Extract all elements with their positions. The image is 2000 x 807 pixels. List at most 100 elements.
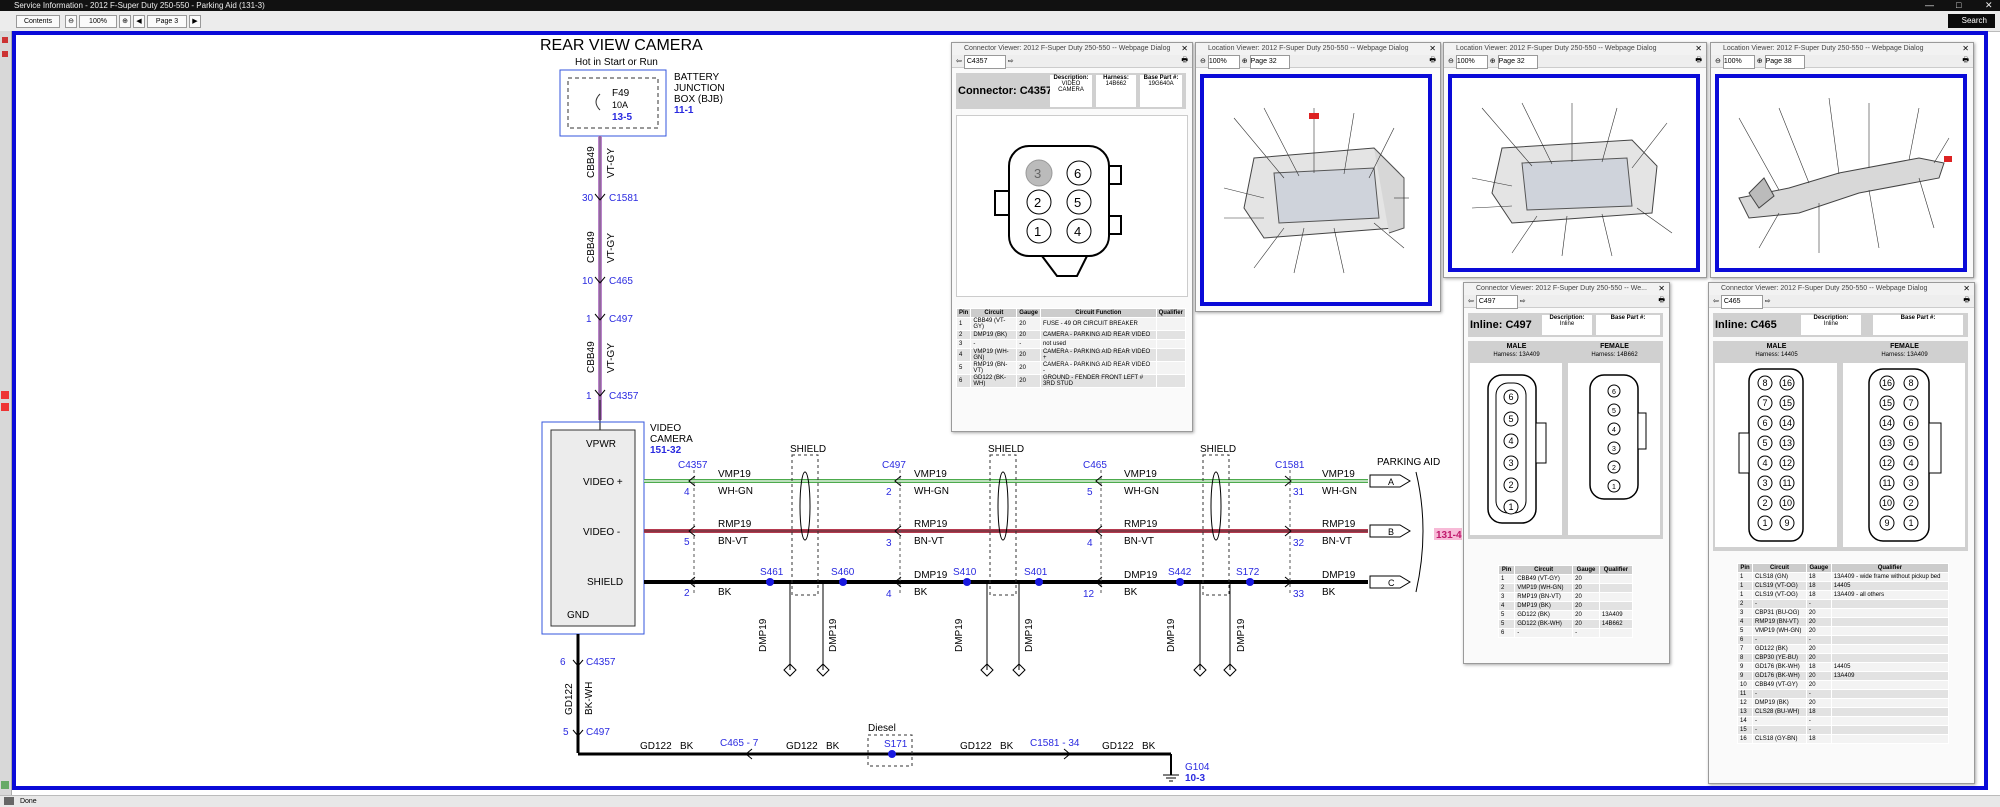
connector-header: Inline: C465 Description: Inline Base Par… xyxy=(1713,313,1968,337)
dialog-toolbar: ⇦ C4357 ⇨ 🖶 xyxy=(952,55,1192,69)
forward-arrow-icon[interactable]: ⇨ xyxy=(1520,298,1526,305)
connector-select[interactable]: C4357 xyxy=(963,55,1006,69)
table-cell: CBB49 (VT-GY) xyxy=(1752,680,1807,690)
connector-select[interactable]: C465 xyxy=(1720,295,1763,309)
close-icon[interactable]: ✕ xyxy=(1962,44,1969,53)
vconn-name-1[interactable]: C465 xyxy=(609,276,633,287)
zoom-out-icon[interactable]: ⊖ xyxy=(1448,58,1454,65)
splice-s461[interactable]: S461 xyxy=(760,567,784,578)
print-icon[interactable]: 🖶 xyxy=(1695,55,1702,67)
close-icon[interactable]: ✕ xyxy=(1695,44,1702,53)
fuse-ref-link[interactable]: 13-5 xyxy=(612,112,632,123)
table-cell: CAMERA - PARKING AID REAR VIDEO xyxy=(1039,330,1157,340)
camera-shield: SHIELD xyxy=(587,577,623,588)
dialog-connector-c4357: Connector Viewer: 2012 F-Super Duty 250-… xyxy=(951,42,1193,432)
forward-arrow-icon[interactable]: ⇨ xyxy=(1765,298,1771,305)
table-row: 6 GD122 (BK-WH) 20 GROUND - FENDER FRONT LE… xyxy=(955,374,1187,388)
pa-ref-link[interactable]: 131-4 xyxy=(1436,530,1462,541)
page-select[interactable]: Page 32 xyxy=(1249,55,1290,69)
zoom-out-icon[interactable]: ⊖ xyxy=(1715,58,1721,65)
print-icon[interactable]: 🖶 xyxy=(1962,55,1969,67)
back-arrow-icon[interactable]: ⇦ xyxy=(956,58,962,65)
ground-g104-ref[interactable]: 10-3 xyxy=(1185,773,1205,784)
zoom-select[interactable]: 100% xyxy=(1455,55,1488,69)
table-row: 4 DMP19 (BK) 20 xyxy=(1497,601,1634,611)
dialog-toolbar: ⊖ 100% ⊕ Page 32 🖶 xyxy=(1444,55,1706,69)
vconn-name-3[interactable]: C4357 xyxy=(609,391,639,402)
splice-s442[interactable]: S442 xyxy=(1168,567,1192,578)
camera-video-minus: VIDEO - xyxy=(583,527,620,538)
column-header: Gauge xyxy=(1572,565,1600,575)
shield-group-2: SHIELD xyxy=(988,444,1024,596)
back-arrow-icon[interactable]: ⇦ xyxy=(1468,298,1474,305)
close-icon[interactable]: ✕ xyxy=(1963,284,1970,293)
table-cell: 15 xyxy=(1736,725,1754,735)
close-icon[interactable]: ✕ xyxy=(1658,284,1665,293)
desc-value: VIDEO CAMERA xyxy=(1058,81,1084,93)
c465-label[interactable]: C465 xyxy=(1083,460,1107,471)
vconn-name-2[interactable]: C497 xyxy=(609,314,633,325)
bjb-ref-link[interactable]: 11-1 xyxy=(674,105,694,116)
connector-select[interactable]: C497 xyxy=(1475,295,1518,309)
gnd-seg1-color: BK xyxy=(680,741,694,752)
c4357-label[interactable]: C4357 xyxy=(678,460,708,471)
page-select[interactable]: Page 38 xyxy=(1764,55,1805,69)
zoom-in-icon[interactable]: ⊕ xyxy=(1242,58,1248,65)
close-icon[interactable]: ✕ xyxy=(1429,44,1436,53)
table-cell: 6 xyxy=(1497,628,1516,638)
splice-s401[interactable]: S401 xyxy=(1024,567,1048,578)
gnd-pin-bottom: 5 xyxy=(563,727,569,738)
dialog-title: Location Viewer: 2012 F-Super Duty 250-5… xyxy=(1444,43,1706,55)
table-cell: 13A409 - wide frame without pickup bed xyxy=(1830,572,1950,582)
c497-male-pin: 2 xyxy=(1508,480,1513,490)
zoom-in-icon[interactable]: ⊕ xyxy=(1757,58,1763,65)
wire-cbb49-name-2: CBB49 xyxy=(586,231,597,263)
zoom-select[interactable]: 100% xyxy=(1722,55,1755,69)
table-cell: CBB49 (VT-GY) xyxy=(970,317,1018,331)
page-icon xyxy=(4,797,14,806)
splice-s171[interactable]: S171 xyxy=(884,739,908,750)
table-cell xyxy=(1830,626,1950,636)
seg1-vmp-name: VMP19 xyxy=(718,469,751,480)
camera-ref-link[interactable]: 151-32 xyxy=(650,445,682,456)
seg4-rmp-name: RMP19 xyxy=(1322,519,1356,530)
gnd-conn-bottom[interactable]: C497 xyxy=(586,727,610,738)
gnd-c465-7[interactable]: C465 - 7 xyxy=(720,738,759,749)
print-icon[interactable]: 🖶 xyxy=(1658,295,1665,307)
close-icon[interactable]: ✕ xyxy=(1181,44,1188,53)
c465-female-pin: 16 xyxy=(1882,378,1892,388)
table-cell: GD122 (BK-WH) xyxy=(970,374,1018,388)
vconn-name-0[interactable]: C1581 xyxy=(609,193,639,204)
c1581-label[interactable]: C1581 xyxy=(1275,460,1305,471)
location-image-frame[interactable] xyxy=(1715,74,1967,272)
page-select[interactable]: Page 32 xyxy=(1497,55,1538,69)
table-cell: 20 xyxy=(1572,592,1600,602)
print-icon[interactable]: 🖶 xyxy=(1181,55,1188,67)
location-image-frame[interactable] xyxy=(1200,74,1432,306)
table-cell: 20 xyxy=(1805,671,1832,681)
seg2-rmp-name: RMP19 xyxy=(914,519,948,530)
splice-s172[interactable]: S172 xyxy=(1236,567,1260,578)
forward-arrow-icon[interactable]: ⇨ xyxy=(1008,58,1014,65)
table-cell: 20 xyxy=(1805,680,1832,690)
table-cell: 6 xyxy=(1736,635,1754,645)
gnd-conn-top[interactable]: C4357 xyxy=(586,657,616,668)
c497-label[interactable]: C497 xyxy=(882,460,906,471)
bjb-label-2: JUNCTION xyxy=(674,83,725,94)
gnd-c1581-34[interactable]: C1581 - 34 xyxy=(1030,738,1080,749)
column-header: Circuit xyxy=(970,308,1018,318)
c497-male-pin: 5 xyxy=(1508,414,1513,424)
back-arrow-icon[interactable]: ⇦ xyxy=(1713,298,1719,305)
zoom-out-icon[interactable]: ⊖ xyxy=(1200,58,1206,65)
splice-s410[interactable]: S410 xyxy=(953,567,977,578)
ground-g104[interactable]: G104 xyxy=(1185,762,1210,773)
zoom-in-icon[interactable]: ⊕ xyxy=(1490,58,1496,65)
splice-s460[interactable]: S460 xyxy=(831,567,855,578)
table-cell xyxy=(1598,583,1634,593)
zoom-select[interactable]: 100% xyxy=(1207,55,1240,69)
table-cell xyxy=(1155,348,1187,362)
print-icon[interactable]: 🖶 xyxy=(1429,55,1436,67)
print-icon[interactable]: 🖶 xyxy=(1963,295,1970,307)
location-image-frame[interactable] xyxy=(1448,74,1700,272)
dialog-title: Location Viewer: 2012 F-Super Duty 250-5… xyxy=(1711,43,1973,55)
